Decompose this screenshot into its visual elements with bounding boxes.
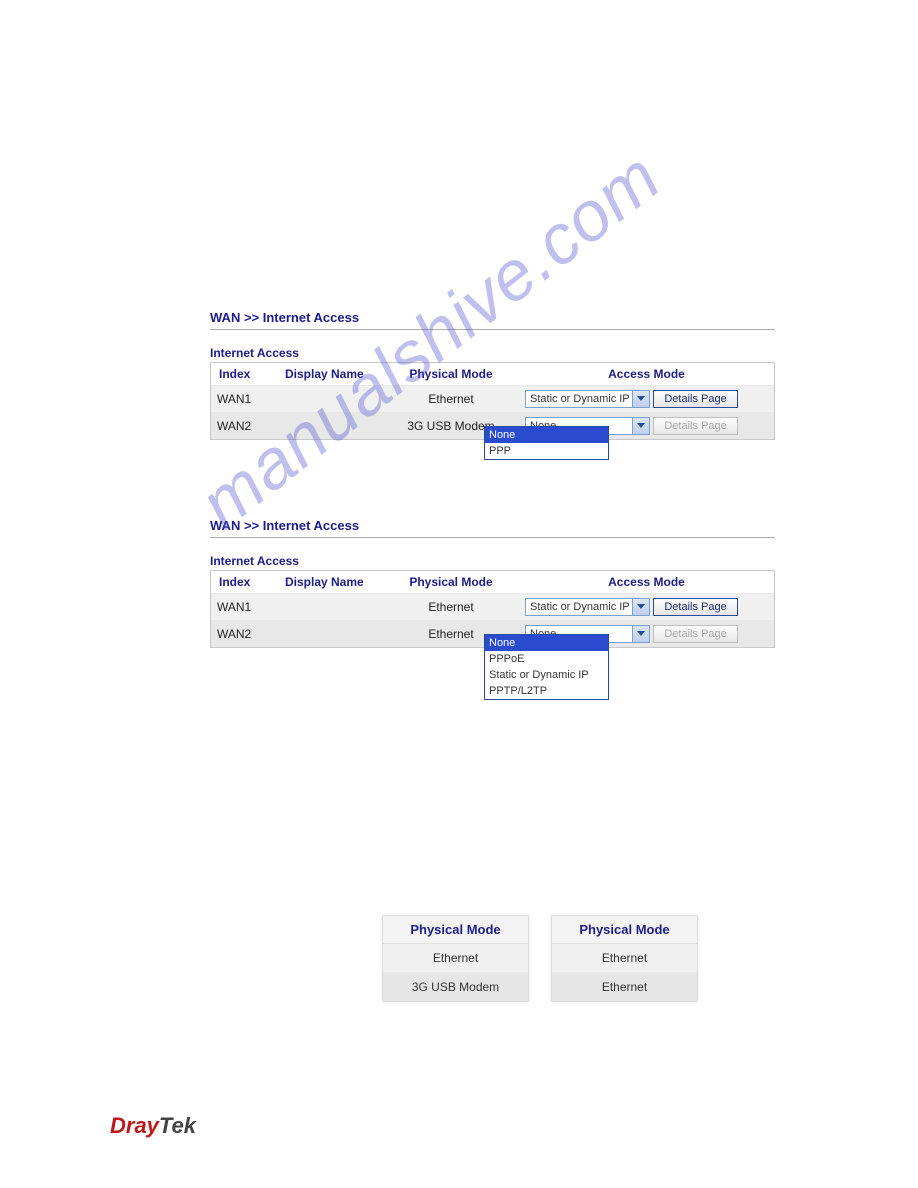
dropdown-option[interactable]: None [485,635,608,651]
physical-mode-table-left: Physical Mode Ethernet 3G USB Modem [382,915,529,1002]
cell-access: Static or Dynamic IP Details Page [519,386,774,413]
table-row: WAN1 Ethernet Static or Dynamic IP Detai… [211,386,774,413]
cell-index: WAN1 [211,594,277,621]
col-index: Index [211,571,277,594]
details-page-button: Details Page [653,417,737,435]
chevron-down-icon [632,391,649,407]
dropdown-option[interactable]: PPP [485,443,608,459]
internet-access-table-1: Index Display Name Physical Mode Access … [210,362,775,440]
cell-physical: Ethernet [383,386,519,413]
section-title: Internet Access [210,554,775,568]
dropdown-option[interactable]: None [485,427,608,443]
draytek-logo: DrayTek [110,1113,196,1139]
col-index: Index [211,363,277,386]
cell-index: WAN1 [211,386,277,413]
details-page-button[interactable]: Details Page [653,598,737,616]
col-display-name: Display Name [277,571,383,594]
internet-access-table-2: Index Display Name Physical Mode Access … [210,570,775,648]
access-mode-dropdown[interactable]: None PPP [484,426,609,460]
breadcrumb: WAN >> Internet Access [210,518,775,538]
cell-index: WAN2 [211,621,277,648]
cell-physical: Ethernet [383,594,519,621]
cell-display [277,621,383,648]
mini-header: Physical Mode [552,916,697,944]
dropdown-option[interactable]: Static or Dynamic IP [485,667,608,683]
access-mode-dropdown[interactable]: None PPPoE Static or Dynamic IP PPTP/L2T… [484,634,609,700]
mini-cell: Ethernet [383,944,528,973]
col-physical-mode: Physical Mode [383,571,519,594]
col-physical-mode: Physical Mode [383,363,519,386]
cell-display [277,594,383,621]
dropdown-option[interactable]: PPPoE [485,651,608,667]
chevron-down-icon [632,418,649,434]
cell-access: Static or Dynamic IP Details Page [519,594,774,621]
physical-mode-comparison: Physical Mode Ethernet 3G USB Modem Phys… [382,915,698,1002]
section-title: Internet Access [210,346,775,360]
chevron-down-icon [632,626,649,642]
mini-cell: Ethernet [552,973,697,1001]
cell-display [277,413,383,440]
mini-cell: Ethernet [552,944,697,973]
col-access-mode: Access Mode [519,571,774,594]
details-page-button: Details Page [653,625,737,643]
col-display-name: Display Name [277,363,383,386]
mini-header: Physical Mode [383,916,528,944]
cell-index: WAN2 [211,413,277,440]
cell-display [277,386,383,413]
table-row: WAN1 Ethernet Static or Dynamic IP Detai… [211,594,774,621]
mini-cell: 3G USB Modem [383,973,528,1001]
access-mode-select[interactable]: Static or Dynamic IP [525,390,650,408]
breadcrumb: WAN >> Internet Access [210,310,775,330]
physical-mode-table-right: Physical Mode Ethernet Ethernet [551,915,698,1002]
col-access-mode: Access Mode [519,363,774,386]
dropdown-option[interactable]: PPTP/L2TP [485,683,608,699]
details-page-button[interactable]: Details Page [653,390,737,408]
chevron-down-icon [632,599,649,615]
access-mode-select[interactable]: Static or Dynamic IP [525,598,650,616]
